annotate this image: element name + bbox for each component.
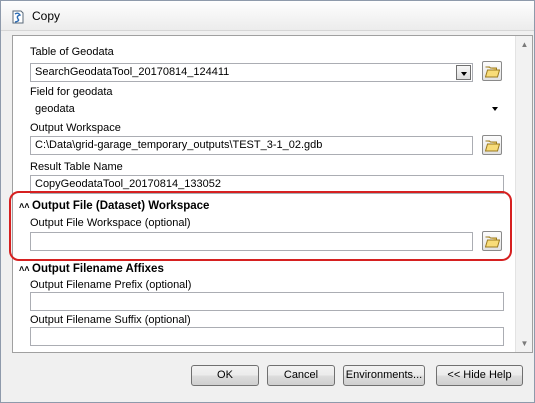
environments-button[interactable]: Environments... [343,365,425,386]
copy-dialog: Copy Table of Geodata SearchGeodataTool_… [0,0,535,403]
section-output-filename-affixes[interactable]: ˄˄ Output Filename Affixes [19,263,164,275]
result-table-name-label: Result Table Name [30,161,123,173]
open-folder-icon [485,140,500,152]
output-filename-prefix-label: Output Filename Prefix (optional) [30,279,192,291]
scroll-up-arrow-icon[interactable]: ▲ [516,36,533,53]
title-bar[interactable]: Copy [1,1,534,31]
scroll-down-arrow-icon[interactable]: ▼ [516,335,533,352]
scrollbar-track[interactable] [518,54,530,334]
output-workspace-input[interactable]: C:\Data\grid-garage_temporary_outputs\TE… [30,136,473,155]
script-tool-icon [12,10,24,24]
chevron-down-icon[interactable] [456,65,471,80]
output-workspace-label: Output Workspace [30,122,121,134]
chevron-down-icon[interactable] [491,104,501,114]
open-folder-icon [485,66,500,78]
ok-button[interactable]: OK [191,365,259,386]
field-for-geodata-label: Field for geodata [30,86,113,98]
output-filename-prefix-input[interactable] [30,292,504,311]
field-for-geodata-value: geodata [35,103,75,115]
window-title: Copy [32,9,61,23]
output-workspace-value: C:\Data\grid-garage_temporary_outputs\TE… [35,139,323,151]
browse-table-button[interactable] [482,61,502,81]
output-filename-suffix-input[interactable] [30,327,504,346]
vertical-scrollbar[interactable]: ▲ ▼ [515,36,532,352]
section-title: Output Filename Affixes [32,263,164,275]
highlight-annotation-box [9,191,512,261]
hide-help-button[interactable]: << Hide Help [436,365,523,386]
table-of-geodata-value: SearchGeodataTool_20170814_124411 [35,66,230,78]
result-table-name-value: CopyGeodataTool_20170814_133052 [35,178,221,190]
double-chevron-up-icon[interactable]: ˄˄ [19,264,30,274]
table-of-geodata-combobox[interactable]: SearchGeodataTool_20170814_124411 [30,63,473,82]
browse-workspace-button[interactable] [482,135,502,155]
field-for-geodata-combobox[interactable]: geodata [30,100,504,119]
table-of-geodata-label: Table of Geodata [30,46,114,58]
output-filename-suffix-label: Output Filename Suffix (optional) [30,314,191,326]
cancel-button[interactable]: Cancel [267,365,335,386]
